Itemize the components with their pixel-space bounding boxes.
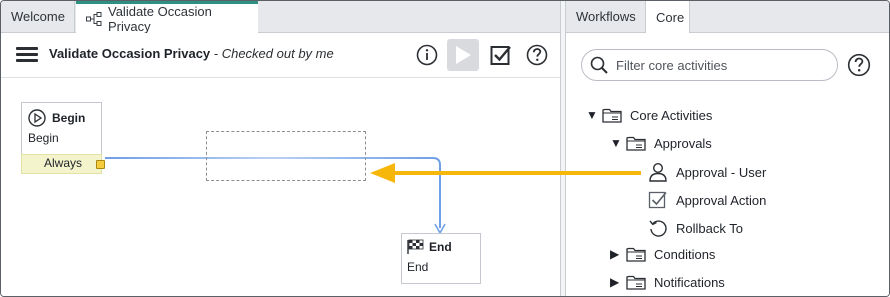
tab-workflow-label: Validate Occasion Privacy — [108, 3, 212, 34]
tree-label: Core Activities — [630, 107, 713, 123]
editor-tab-bar: Welcome Validate Occasion Privacy — [1, 1, 560, 34]
begin-activity[interactable]: Begin Begin — [21, 102, 102, 155]
tree-label: Approval Action — [676, 192, 767, 208]
checkered-flag-icon — [407, 239, 424, 254]
search-icon — [590, 56, 608, 74]
expanded-triangle-icon[interactable]: ▼ — [586, 108, 598, 122]
validate-button[interactable] — [488, 42, 514, 68]
folder-icon — [626, 135, 646, 151]
end-header: End — [402, 234, 480, 254]
end-activity[interactable]: End End — [401, 233, 481, 284]
tree-item-approval-user[interactable]: Approval - User — [648, 162, 766, 182]
workflow-editor-window: Welcome Validate Occasion Privacy Valida… — [0, 0, 890, 297]
checkbox-icon — [490, 46, 511, 65]
tree-label: Approvals — [654, 135, 712, 151]
rollback-icon — [648, 218, 668, 238]
tree-label: Conditions — [654, 246, 716, 262]
filter-input[interactable] — [614, 56, 828, 74]
tree-item-rollback-to[interactable]: Rollback To — [648, 218, 743, 238]
begin-title: Begin — [52, 111, 86, 125]
info-button[interactable] — [414, 42, 440, 68]
collapsed-triangle-icon[interactable]: ▶ — [610, 275, 622, 289]
filter-field[interactable] — [581, 49, 838, 81]
checkout-status: - Checked out by me — [210, 46, 334, 61]
end-body: End — [407, 260, 429, 274]
condition-always[interactable]: Always — [21, 154, 102, 174]
workflow-title: Validate Occasion Privacy - Checked out … — [49, 46, 334, 61]
tree-item-conditions[interactable]: ▶ Conditions — [610, 246, 715, 262]
workflow-canvas[interactable]: Begin Begin Always End End — [1, 78, 560, 296]
help-icon — [526, 44, 548, 66]
play-icon — [456, 46, 471, 64]
tree-label: Approval - User — [676, 164, 767, 180]
tab-workflows[interactable]: Workflows — [566, 1, 646, 32]
tree-item-approval-action[interactable]: Approval Action — [648, 190, 766, 210]
help-button[interactable] — [524, 42, 550, 68]
folder-icon — [602, 107, 622, 123]
tab-core[interactable]: Core — [646, 1, 690, 33]
tree-item-core-activities[interactable]: ▼ Core Activities — [586, 107, 712, 123]
collapsed-triangle-icon[interactable]: ▶ — [610, 247, 622, 261]
folder-icon — [626, 246, 646, 262]
activities-palette: Workflows Core ▼ Co — [566, 1, 889, 296]
begin-header: Begin — [22, 103, 101, 127]
tab-welcome[interactable]: Welcome — [1, 1, 75, 32]
expanded-triangle-icon[interactable]: ▼ — [610, 136, 622, 150]
menu-icon[interactable] — [16, 47, 38, 63]
tree-item-notifications[interactable]: ▶ Notifications — [610, 274, 725, 290]
palette-help-button[interactable] — [847, 53, 871, 77]
begin-body: Begin — [28, 131, 59, 145]
tree-label: Rollback To — [676, 220, 743, 236]
tab-workflows-label: Workflows — [576, 9, 636, 24]
workflow-canvas-panel: Welcome Validate Occasion Privacy Valida… — [1, 1, 560, 296]
tab-welcome-label: Welcome — [11, 9, 65, 24]
tree-item-approvals[interactable]: ▼ Approvals — [610, 135, 712, 151]
info-icon — [416, 44, 438, 66]
run-button[interactable] — [447, 39, 479, 71]
tab-core-label: Core — [656, 9, 685, 25]
tab-validate-occasion-privacy[interactable]: Validate Occasion Privacy — [76, 1, 258, 34]
help-icon — [847, 53, 871, 77]
drop-target-outline — [206, 131, 366, 181]
workflow-toolbar: Validate Occasion Privacy - Checked out … — [1, 33, 560, 78]
workflow-icon — [86, 11, 102, 26]
tree-label: Notifications — [654, 274, 725, 290]
exit-connector-handle[interactable] — [96, 160, 105, 169]
end-title: End — [429, 239, 452, 254]
folder-icon — [626, 274, 646, 290]
workflow-name: Validate Occasion Privacy — [49, 46, 211, 61]
play-circle-icon — [28, 109, 46, 127]
palette-tab-bar: Workflows Core — [566, 1, 889, 33]
user-icon — [648, 162, 668, 182]
checkbox-icon — [648, 190, 668, 210]
